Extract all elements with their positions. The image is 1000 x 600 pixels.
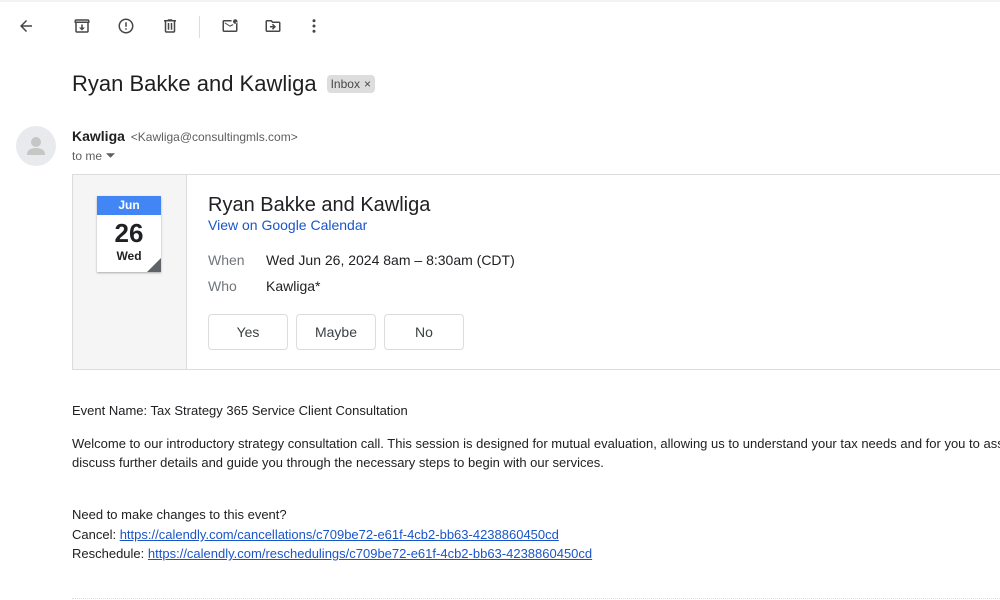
email-subject: Ryan Bakke and Kawliga bbox=[72, 71, 317, 96]
subject-row: Ryan Bakke and Kawliga Inbox × bbox=[72, 69, 375, 99]
calendar-month: Jun bbox=[97, 196, 161, 215]
remove-label-icon[interactable]: × bbox=[364, 77, 371, 91]
mark-unread-icon bbox=[222, 19, 238, 32]
calendar-invite-card: Jun 26 Wed Ryan Bakke and Kawliga View o… bbox=[72, 174, 1000, 370]
changes-prompt: Need to make changes to this event? bbox=[72, 507, 287, 522]
calendar-day: 26 bbox=[114, 218, 144, 248]
toolbar-divider bbox=[199, 16, 200, 38]
reschedule-line: Reschedule: https://calendly.com/resched… bbox=[72, 544, 592, 564]
sender-email: <Kawliga@consultingmls.com> bbox=[130, 130, 298, 144]
reschedule-link[interactable]: https://calendly.com/reschedulings/c709b… bbox=[148, 546, 592, 561]
message-footer-divider bbox=[72, 598, 1000, 599]
sender-line: Kawliga <Kawliga@consultingmls.com> bbox=[72, 128, 298, 144]
report-spam-button[interactable] bbox=[108, 8, 144, 44]
recipient-details-toggle[interactable]: to me bbox=[72, 149, 116, 163]
reschedule-label: Reschedule: bbox=[72, 546, 145, 561]
when-label: When bbox=[208, 252, 245, 268]
invite-date-panel: Jun 26 Wed bbox=[73, 175, 187, 369]
welcome-text-line-2: discuss further details and guide you th… bbox=[72, 455, 604, 470]
event-who-row: Who Kawliga* bbox=[208, 278, 320, 294]
archive-icon bbox=[74, 19, 90, 33]
move-to-button[interactable] bbox=[255, 8, 291, 44]
who-label: Who bbox=[208, 278, 237, 294]
top-border bbox=[0, 0, 1000, 2]
label-text: Inbox bbox=[330, 77, 360, 91]
calendar-fold-icon bbox=[147, 258, 161, 272]
delete-icon bbox=[164, 19, 176, 33]
sender-avatar[interactable] bbox=[16, 126, 56, 166]
welcome-text-line-1: Welcome to our introductory strategy con… bbox=[72, 436, 1000, 451]
sender-name[interactable]: Kawliga bbox=[72, 128, 125, 144]
report-spam-icon bbox=[118, 18, 134, 34]
person-icon bbox=[27, 137, 45, 155]
invite-details: Ryan Bakke and Kawliga View on Google Ca… bbox=[187, 175, 1000, 369]
cancel-link[interactable]: https://calendly.com/cancellations/c709b… bbox=[120, 527, 559, 542]
rsvp-yes-button[interactable]: Yes bbox=[208, 314, 288, 350]
back-button[interactable] bbox=[8, 8, 44, 44]
event-title: Ryan Bakke and Kawliga bbox=[208, 194, 431, 216]
mark-unread-button[interactable] bbox=[212, 8, 248, 44]
archive-button[interactable] bbox=[64, 8, 100, 44]
when-value: Wed Jun 26, 2024 8am – 8:30am (CDT) bbox=[266, 252, 515, 268]
rsvp-buttons: Yes Maybe No bbox=[208, 314, 464, 350]
more-options-button[interactable] bbox=[296, 8, 332, 44]
more-vert-icon bbox=[312, 19, 316, 33]
inbox-label-chip[interactable]: Inbox × bbox=[326, 75, 375, 93]
rsvp-no-button[interactable]: No bbox=[384, 314, 464, 350]
chevron-down-icon bbox=[106, 153, 116, 158]
event-name-text: Event Name: Tax Strategy 365 Service Cli… bbox=[72, 403, 408, 418]
delete-button[interactable] bbox=[152, 8, 188, 44]
view-on-google-calendar-link[interactable]: View on Google Calendar bbox=[208, 217, 367, 233]
recipient-text: to me bbox=[72, 149, 103, 163]
back-arrow-icon bbox=[20, 20, 32, 32]
move-to-icon bbox=[265, 20, 281, 32]
event-when-row: When Wed Jun 26, 2024 8am – 8:30am (CDT) bbox=[208, 252, 515, 268]
who-value: Kawliga* bbox=[266, 278, 321, 294]
rsvp-maybe-button[interactable]: Maybe bbox=[296, 314, 376, 350]
cancel-label: Cancel: bbox=[72, 527, 117, 542]
cancel-line: Cancel: https://calendly.com/cancellatio… bbox=[72, 525, 559, 545]
calendar-date-icon: Jun 26 Wed bbox=[97, 196, 161, 272]
message-toolbar bbox=[0, 8, 1000, 44]
